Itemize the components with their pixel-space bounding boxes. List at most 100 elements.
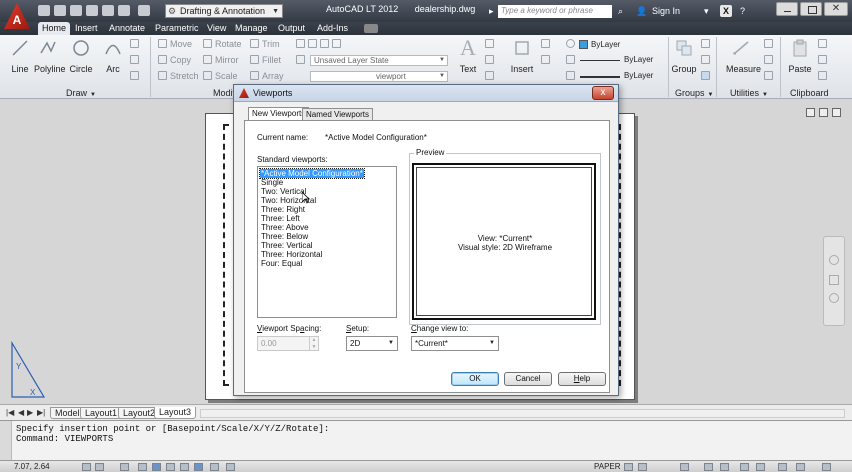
- dialog-close-button[interactable]: x: [592, 86, 614, 100]
- save-as-icon[interactable]: [86, 5, 98, 16]
- list-item[interactable]: Three: Vertical: [260, 241, 314, 250]
- search-input[interactable]: Type a keyword or phrase: [498, 5, 612, 18]
- lock-icon[interactable]: [740, 463, 749, 471]
- group-select-icon[interactable]: [701, 71, 713, 81]
- list-item[interactable]: Three: Right: [260, 205, 306, 214]
- layer-state-dropdown[interactable]: Unsaved Layer State ▼: [310, 55, 448, 66]
- search-icon[interactable]: ⌕: [618, 5, 623, 17]
- scale-tool[interactable]: Scale: [203, 71, 238, 81]
- command-line-grip[interactable]: [0, 421, 12, 461]
- cancel-button[interactable]: Cancel: [504, 372, 552, 386]
- fillet-tool[interactable]: Fillet: [250, 55, 281, 65]
- layer-tool-1-icon[interactable]: [296, 39, 344, 49]
- tab-new-viewports[interactable]: New Viewports: [248, 107, 310, 121]
- move-tool[interactable]: Move: [158, 39, 192, 49]
- block-edit-icon[interactable]: [541, 55, 553, 65]
- quick-properties-icon[interactable]: [226, 463, 235, 471]
- tab-insert[interactable]: Insert: [71, 22, 102, 35]
- spin-up-icon[interactable]: ▲: [309, 337, 318, 344]
- rectangle-icon[interactable]: [130, 39, 142, 49]
- help-button[interactable]: Help: [558, 372, 606, 386]
- object-snap-icon[interactable]: [152, 463, 161, 471]
- object-snap-tracking-icon[interactable]: [166, 463, 175, 471]
- mirror-tool[interactable]: Mirror: [203, 55, 239, 65]
- signin-dropdown-icon[interactable]: ▾: [704, 5, 709, 17]
- zoom-icon[interactable]: [829, 293, 839, 303]
- navigation-bar[interactable]: [823, 236, 845, 326]
- coordinates-readout[interactable]: 7.07, 2.64: [14, 462, 50, 471]
- list-item[interactable]: Two: Vertical: [260, 187, 307, 196]
- measure-tool[interactable]: Measure: [726, 39, 761, 74]
- insert-tool[interactable]: Insert: [508, 39, 536, 74]
- change-view-dropdown[interactable]: *Current* ▼: [411, 336, 499, 351]
- undo-icon[interactable]: [118, 5, 130, 16]
- viewport-close-icon[interactable]: [832, 108, 841, 117]
- tab-parametric[interactable]: Parametric: [151, 22, 203, 35]
- tab-annotate[interactable]: Annotate: [105, 22, 149, 35]
- panel-utilities[interactable]: Utilities ▼: [730, 88, 768, 99]
- dimension-icon[interactable]: [485, 39, 497, 49]
- leader-icon[interactable]: [485, 55, 497, 65]
- polyline-tool[interactable]: Polyline: [34, 39, 66, 74]
- trim-tool[interactable]: Trim: [250, 39, 280, 49]
- linetype-icon[interactable]: [566, 55, 578, 65]
- spin-down-icon[interactable]: ▼: [309, 344, 318, 351]
- circle-tool[interactable]: Circle: [67, 39, 95, 74]
- maximize-button[interactable]: [800, 2, 822, 16]
- ungroup-icon[interactable]: [701, 39, 713, 49]
- last-tab-icon[interactable]: ▶|: [37, 408, 45, 417]
- table-icon[interactable]: [485, 71, 497, 81]
- workspace-dropdown[interactable]: ⚙ Drafting & Annotation ▼: [165, 4, 283, 18]
- polar-tracking-icon[interactable]: [138, 463, 147, 471]
- viewport-restore-icon[interactable]: [819, 108, 828, 117]
- paper-space-toggle[interactable]: PAPER: [594, 462, 621, 471]
- pan-icon[interactable]: [829, 275, 839, 285]
- paste-tool[interactable]: Paste: [786, 39, 814, 74]
- application-menu-button[interactable]: A: [4, 3, 30, 29]
- first-tab-icon[interactable]: |◀: [6, 408, 14, 417]
- dynamic-input-icon[interactable]: [194, 463, 203, 471]
- new-file-icon[interactable]: [38, 5, 50, 16]
- copy-clip-icon[interactable]: [818, 55, 830, 65]
- color-icon[interactable]: [566, 39, 578, 49]
- stretch-tool[interactable]: Stretch: [158, 71, 199, 81]
- line-tool[interactable]: Line: [6, 39, 34, 74]
- group-edit-icon[interactable]: [701, 55, 713, 65]
- array-tool[interactable]: Array: [250, 71, 284, 81]
- calculator-icon[interactable]: [764, 71, 776, 81]
- panel-draw[interactable]: Draw ▼: [66, 88, 96, 99]
- snap-mode-icon[interactable]: [82, 463, 91, 471]
- ok-button[interactable]: OK: [451, 372, 499, 386]
- hardware-acceleration-icon[interactable]: [778, 463, 787, 471]
- layer-state-icon[interactable]: [296, 55, 308, 65]
- group-tool[interactable]: Group: [670, 39, 698, 74]
- setup-dropdown[interactable]: 2D ▼: [346, 336, 398, 351]
- ribbon-minimize-toggle[interactable]: [364, 24, 378, 33]
- tab-add-ins[interactable]: Add-Ins: [313, 22, 352, 35]
- annotation-visibility-icon[interactable]: [704, 463, 713, 471]
- list-item[interactable]: Four: Equal: [260, 259, 303, 268]
- copy-tool[interactable]: Copy: [158, 55, 191, 65]
- lineweight-toggle-icon[interactable]: [210, 463, 219, 471]
- tab-output[interactable]: Output: [274, 22, 309, 35]
- linetype-value[interactable]: ByLayer: [624, 55, 653, 64]
- text-tool[interactable]: A Text: [454, 37, 482, 75]
- arc-tool[interactable]: Arc: [99, 39, 127, 74]
- tab-layout3[interactable]: Layout3: [154, 407, 197, 419]
- list-item[interactable]: Single: [260, 178, 284, 187]
- dialog-title-bar[interactable]: Viewports x: [234, 85, 618, 102]
- panel-clipboard[interactable]: Clipboard: [790, 88, 829, 99]
- minimize-button[interactable]: [776, 2, 798, 16]
- steering-wheel-icon[interactable]: [829, 255, 839, 265]
- expand-search-icon[interactable]: ▸: [489, 5, 494, 17]
- prev-tab-icon[interactable]: ◀: [18, 408, 24, 417]
- quick-view-drawings-icon[interactable]: [638, 463, 647, 471]
- list-item[interactable]: *Active Model Configuration*: [259, 168, 365, 179]
- rotate-tool[interactable]: Rotate: [203, 39, 242, 49]
- next-tab-icon[interactable]: ▶: [27, 408, 33, 417]
- exchange-icon[interactable]: X: [720, 5, 732, 17]
- tab-layout1[interactable]: Layout1: [80, 407, 123, 419]
- list-item[interactable]: Three: Horizontal: [260, 250, 323, 259]
- tab-view[interactable]: View: [203, 22, 230, 35]
- annotation-scale-icon[interactable]: [680, 463, 689, 471]
